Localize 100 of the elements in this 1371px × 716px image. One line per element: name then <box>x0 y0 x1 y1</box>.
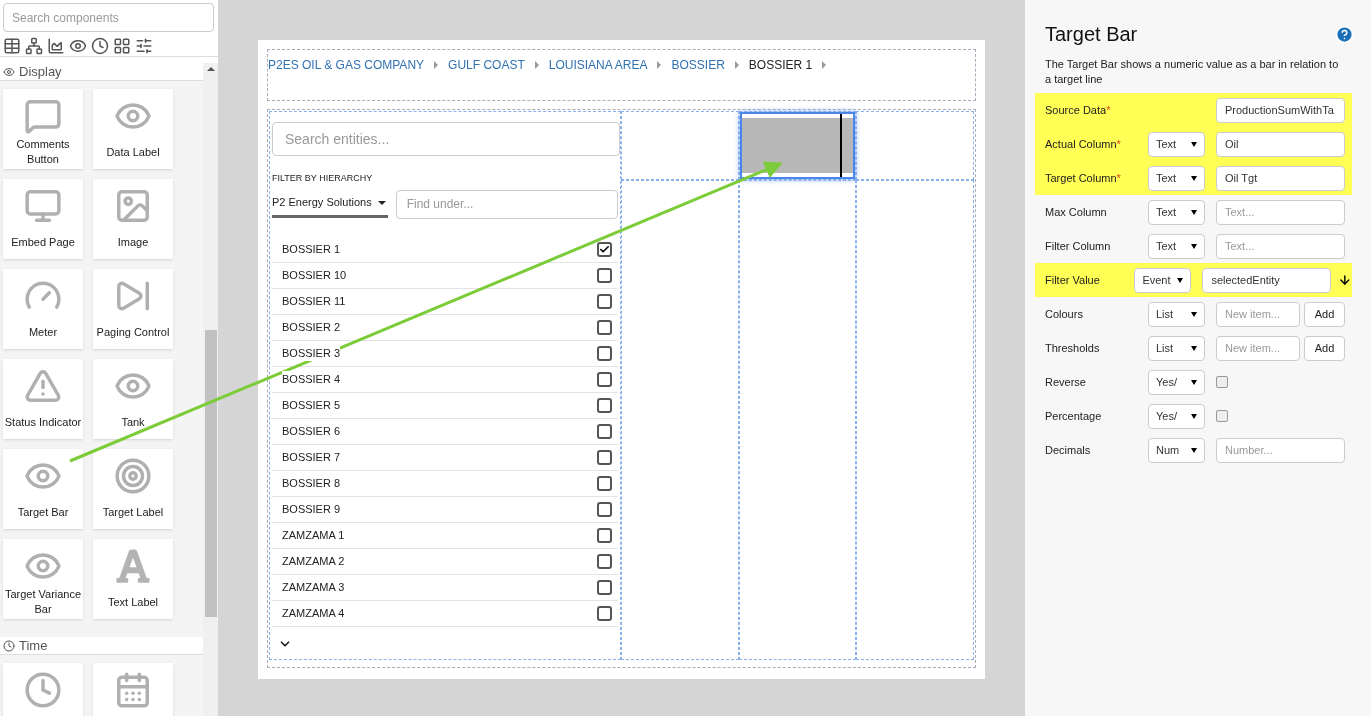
breadcrumb-arrow-icon <box>657 61 662 69</box>
type-select[interactable]: Num <box>1148 437 1205 463</box>
tile-label: Embed Page <box>11 234 75 250</box>
new-item-field[interactable]: New item... <box>1216 335 1300 361</box>
clock-icon <box>3 639 15 652</box>
type-select[interactable]: List <box>1148 301 1205 327</box>
property-field[interactable]: Number... <box>1216 437 1345 463</box>
add-button[interactable]: Add <box>1304 335 1345 361</box>
property-label: Decimals <box>1045 442 1092 458</box>
property-field[interactable]: ProductionSumWithTa <box>1216 97 1345 123</box>
entity-row[interactable]: BOSSIER 11 <box>272 288 618 315</box>
component-tile[interactable]: Image <box>93 179 173 259</box>
checkbox[interactable] <box>597 397 612 413</box>
tile-label: Text Label <box>107 594 159 610</box>
property-field[interactable]: selectedEntity <box>1202 267 1332 293</box>
checkbox[interactable] <box>597 579 612 595</box>
checkbox[interactable] <box>597 423 612 439</box>
hierarchy-icon[interactable] <box>25 36 43 55</box>
table-icon[interactable] <box>3 36 21 55</box>
entity-row[interactable]: BOSSIER 10 <box>272 262 618 289</box>
checkbox[interactable] <box>597 267 612 283</box>
property-field[interactable]: Text... <box>1216 233 1345 259</box>
checkbox[interactable] <box>597 241 612 257</box>
section-title: Display <box>19 63 62 81</box>
type-select[interactable]: Text <box>1148 165 1205 191</box>
area-chart-icon[interactable] <box>47 36 65 55</box>
component-tile[interactable]: Text Label <box>93 539 173 619</box>
property-label: Thresholds <box>1045 340 1101 356</box>
checkbox[interactable] <box>597 319 612 335</box>
breadcrumb-arrow-icon <box>734 61 739 69</box>
entity-row[interactable]: BOSSIER 2 <box>272 314 618 341</box>
checkbox[interactable] <box>597 527 612 543</box>
property-field[interactable]: Oil Tgt <box>1216 165 1345 191</box>
arrow-down-icon[interactable] <box>1338 272 1352 288</box>
entity-row[interactable]: BOSSIER 6 <box>272 418 618 445</box>
scroll-up-icon[interactable] <box>206 67 215 71</box>
checkbox[interactable] <box>597 293 612 309</box>
component-tile[interactable]: Target Bar <box>3 449 83 529</box>
find-field[interactable]: Find under... <box>395 189 618 219</box>
letter-icon <box>114 547 152 585</box>
breadcrumb-link[interactable]: GULF COAST <box>448 56 525 74</box>
component-tile[interactable]: Status Indicator <box>3 359 83 439</box>
search-field[interactable]: Search components <box>3 3 214 32</box>
property-field[interactable]: Text... <box>1216 199 1345 225</box>
component-tile[interactable]: Embed Page <box>3 179 83 259</box>
entity-row[interactable]: ZAMZAMA 4 <box>272 600 618 627</box>
search-field[interactable]: Search entities... <box>272 122 620 156</box>
type-select[interactable]: Text <box>1148 199 1205 225</box>
entity-row[interactable]: BOSSIER 3 <box>272 340 618 367</box>
property-label: Target Column* <box>1045 170 1122 186</box>
breadcrumb-link[interactable]: P2ES OIL & GAS COMPANY <box>268 56 425 74</box>
entity-row[interactable]: BOSSIER 1 <box>272 236 618 263</box>
type-select[interactable]: Text <box>1148 131 1205 157</box>
caret-icon <box>1191 311 1197 317</box>
entity-row[interactable]: BOSSIER 7 <box>272 444 618 471</box>
checkbox[interactable] <box>597 553 612 569</box>
scrollbar[interactable] <box>203 63 218 716</box>
type-select[interactable]: Text <box>1148 233 1205 259</box>
checkbox[interactable] <box>1216 410 1228 422</box>
checkbox[interactable] <box>597 371 612 387</box>
entity-row[interactable]: BOSSIER 5 <box>272 392 618 419</box>
checkbox[interactable] <box>1216 376 1228 388</box>
target-bar-widget[interactable] <box>739 112 856 179</box>
breadcrumb-link[interactable]: BOSSIER 1 <box>748 56 813 74</box>
component-tile[interactable]: Tank <box>93 359 173 439</box>
help-icon[interactable] <box>1335 24 1354 44</box>
component-tile[interactable]: Comments Button <box>3 89 83 169</box>
checkbox[interactable] <box>597 475 612 491</box>
entity-row[interactable]: BOSSIER 4 <box>272 366 618 393</box>
property-field[interactable]: Oil <box>1216 131 1345 157</box>
checkbox[interactable] <box>597 605 612 621</box>
entity-row[interactable]: ZAMZAMA 1 <box>272 522 618 549</box>
tile-label: Target Variance Bar <box>3 587 83 617</box>
type-select[interactable]: Yes/ <box>1148 369 1205 395</box>
type-select[interactable]: List <box>1148 335 1205 361</box>
component-tile[interactable]: Paging Control <box>93 269 173 349</box>
component-tile[interactable]: Meter <box>3 269 83 349</box>
checkbox[interactable] <box>597 345 612 361</box>
component-tile[interactable]: Target Variance Bar <box>3 539 83 619</box>
new-item-field[interactable]: New item... <box>1216 301 1300 327</box>
scrollbar-thumb[interactable] <box>204 330 217 617</box>
type-select[interactable]: Yes/ <box>1148 403 1205 429</box>
add-button[interactable]: Add <box>1304 301 1345 327</box>
component-tile[interactable]: Data Label <box>93 89 173 169</box>
checkbox[interactable] <box>597 449 612 465</box>
type-select[interactable]: Event <box>1134 267 1192 293</box>
section-header[interactable]: Display <box>0 63 203 81</box>
component-tile[interactable]: Target Label <box>93 449 173 529</box>
clock-icon[interactable] <box>91 36 109 55</box>
hierarchy-dropdown[interactable]: P2 Energy Solutions <box>272 190 388 218</box>
entity-row[interactable]: BOSSIER 8 <box>272 470 618 497</box>
checkbox[interactable] <box>597 501 612 517</box>
entity-row[interactable]: ZAMZAMA 3 <box>272 574 618 601</box>
grid-icon[interactable] <box>113 36 131 55</box>
sliders-icon[interactable] <box>135 36 153 55</box>
breadcrumb-link[interactable]: BOSSIER <box>671 56 725 74</box>
breadcrumb-link[interactable]: LOUISIANA AREA <box>548 56 648 74</box>
entity-row[interactable]: BOSSIER 9 <box>272 496 618 523</box>
section-header[interactable]: Time <box>0 637 203 655</box>
entity-row[interactable]: ZAMZAMA 2 <box>272 548 618 575</box>
